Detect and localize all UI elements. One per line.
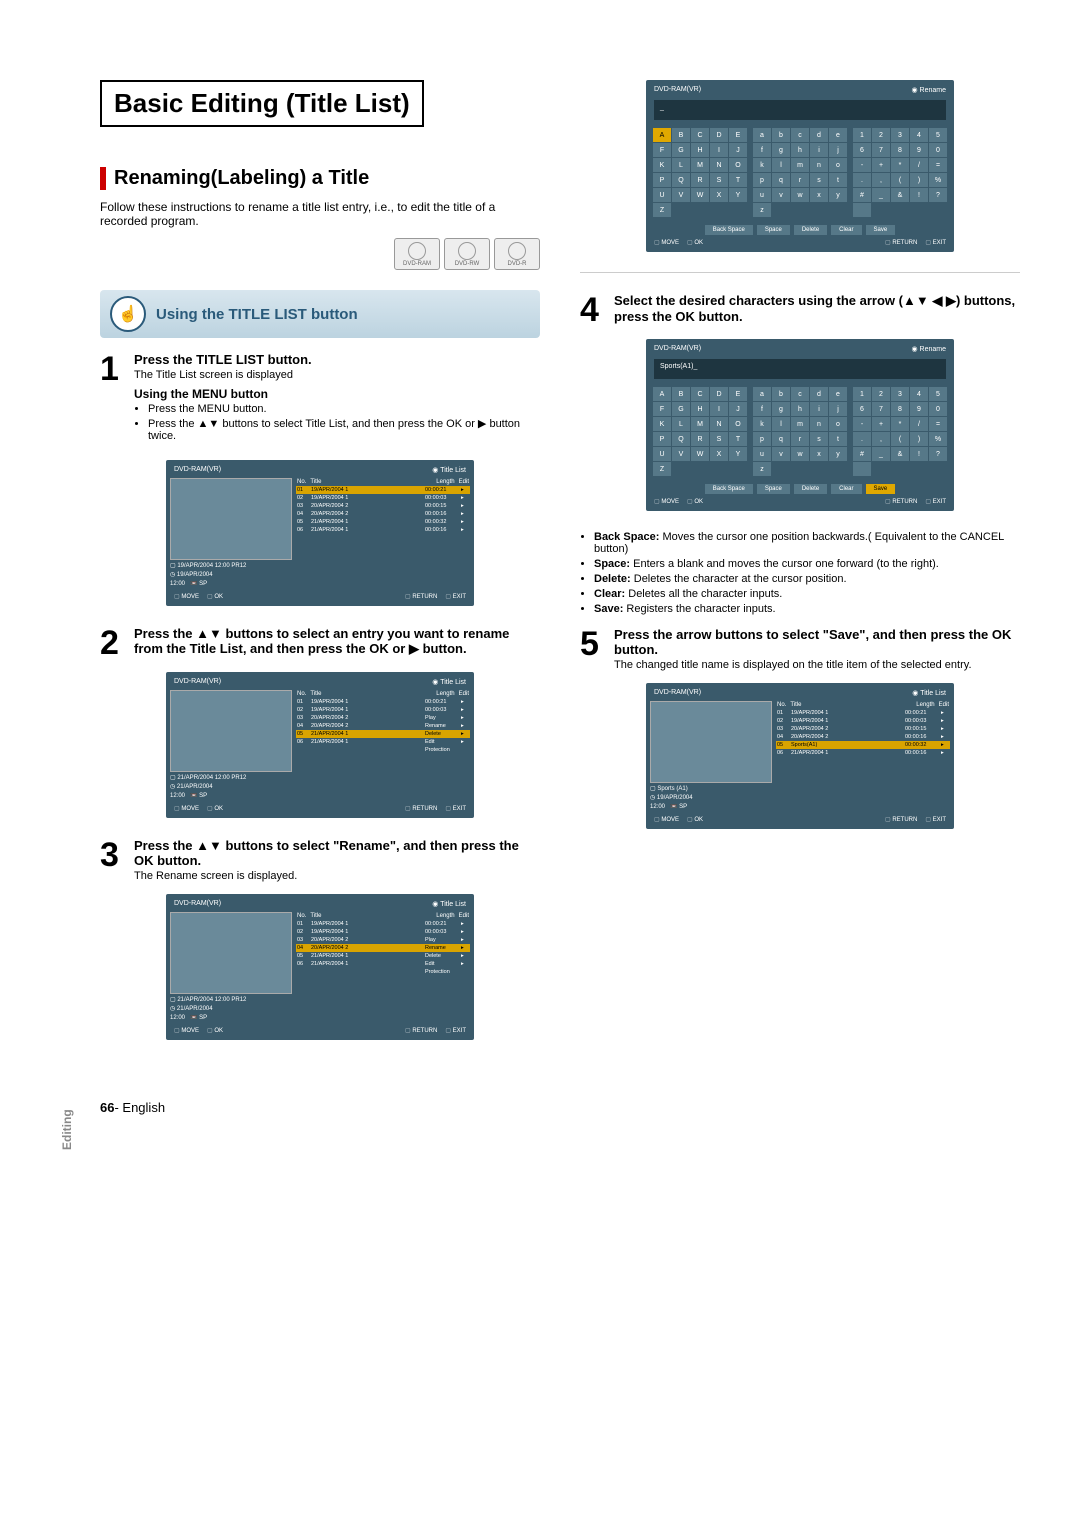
page-footer: 66- English: [0, 1100, 1080, 1115]
page-title: Basic Editing (Title List): [100, 80, 424, 127]
section-heading: Renaming(Labeling) a Title: [100, 167, 540, 190]
step-2-title: Press the ▲▼ buttons to select an entry …: [134, 626, 540, 657]
disc-dvd-rw-icon: DVD-RW: [444, 238, 490, 270]
step-number: 1: [100, 352, 126, 448]
step-5-title: Press the arrow buttons to select "Save"…: [614, 627, 1020, 657]
osd-title-list-renamed: DVD-RAM(VR)◉ Title List ▢ Sports (A1) ◷ …: [646, 683, 954, 829]
keyboard-notes: Back Space: Moves the cursor one positio…: [580, 531, 1020, 615]
osd-title-list-2: DVD-RAM(VR)◉ Title List ▢ 21/APR/2004 12…: [166, 672, 474, 818]
step-1-title: Press the TITLE LIST button.: [134, 352, 540, 367]
step-4-title: Select the desired characters using the …: [614, 293, 1020, 324]
osd-rename-keyboard-2: DVD-RAM(VR)◉ Rename Sports(A1)_ ABCDEFGH…: [646, 339, 954, 511]
subsection-heading: ☝ Using the TITLE LIST button: [100, 290, 540, 338]
osd-title-list-3: DVD-RAM(VR)◉ Title List ▢ 21/APR/2004 12…: [166, 894, 474, 1040]
disc-dvd-r-icon: DVD-R: [494, 238, 540, 270]
step-number: 5: [580, 627, 606, 671]
step-1-bullet: Press the MENU button.: [148, 403, 540, 415]
step-2: 2 Press the ▲▼ buttons to select an entr…: [100, 626, 540, 660]
step-number: 2: [100, 626, 126, 660]
section-intro: Follow these instructions to rename a ti…: [100, 200, 540, 228]
hand-icon: ☝: [110, 296, 146, 332]
step-1-bullet: Press the ▲▼ buttons to select Title Lis…: [148, 417, 540, 442]
step-3: 3 Press the ▲▼ buttons to select "Rename…: [100, 838, 540, 882]
step-5: 5 Press the arrow buttons to select "Sav…: [580, 627, 1020, 671]
step-number: 3: [100, 838, 126, 882]
step-1-sub: The Title List screen is displayed: [134, 369, 540, 381]
step-3-title: Press the ▲▼ buttons to select "Rename",…: [134, 838, 540, 868]
osd-title-list-1: DVD-RAM(VR)◉ Title List ▢ 19/APR/2004 12…: [166, 460, 474, 606]
disc-dvd-ram-icon: DVD-RAM: [394, 238, 440, 270]
osd-rename-keyboard-1: DVD-RAM(VR)◉ Rename _ ABCDEFGHIJKLMNOPQR…: [646, 80, 954, 252]
disc-compat-row: DVD-RAM DVD-RW DVD-R: [100, 238, 540, 270]
step-5-sub: The changed title name is displayed on t…: [614, 659, 1020, 671]
step-1: 1 Press the TITLE LIST button. The Title…: [100, 352, 540, 448]
step-4: 4 Select the desired characters using th…: [580, 293, 1020, 327]
step-number: 4: [580, 293, 606, 327]
side-tab-label: Editing: [60, 1109, 74, 1150]
step-3-sub: The Rename screen is displayed.: [134, 870, 540, 882]
step-1-h5: Using the MENU button: [134, 387, 540, 401]
